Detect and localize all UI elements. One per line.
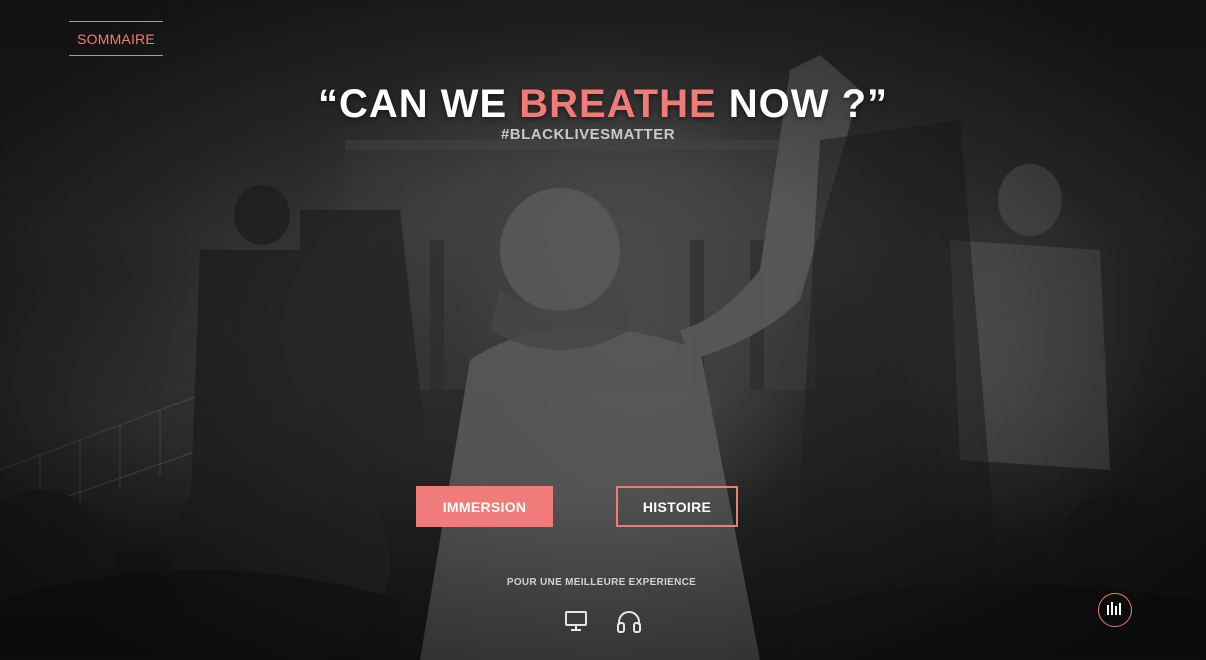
hero-hashtag: #BLACKLIVESMATTER	[500, 126, 676, 143]
audio-toggle-button[interactable]	[1098, 593, 1132, 627]
immersion-button[interactable]: IMMERSION	[416, 486, 553, 527]
hero-title-accent: BREATHE	[519, 82, 717, 126]
hero-title: “CAN WE BREATHE NOW ?”	[0, 82, 1206, 127]
sommaire-label: SOMMAIRE	[77, 30, 155, 47]
histoire-button[interactable]: HISTOIRE	[616, 486, 738, 527]
hero-title-end: NOW ?”	[716, 82, 889, 126]
sommaire-button[interactable]: SOMMAIRE	[69, 21, 163, 56]
desktop-icon	[564, 610, 588, 637]
audio-bars-icon	[1106, 601, 1124, 620]
headphones-icon	[616, 610, 642, 639]
hero-title-start: “CAN WE	[317, 82, 520, 126]
experience-icons	[562, 610, 644, 634]
histoire-label: HISTOIRE	[642, 498, 712, 515]
immersion-label: IMMERSION	[442, 498, 527, 515]
experience-hint: POUR UNE MEILLEURE EXPERIENCE	[506, 577, 697, 588]
